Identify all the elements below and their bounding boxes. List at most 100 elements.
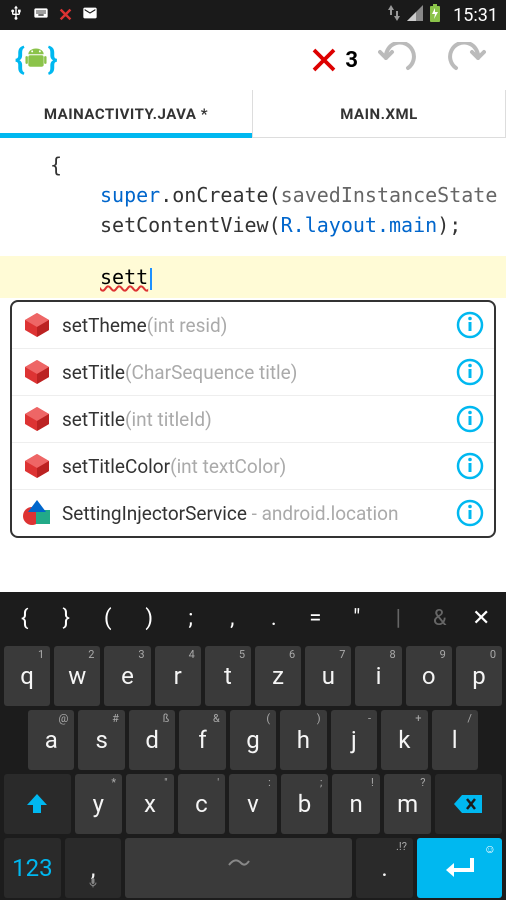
- status-bar: ✕ 15:31: [0, 0, 506, 30]
- method-icon: [22, 404, 52, 434]
- tab-mainactivity[interactable]: MAINACTIVITY.JAVA *: [0, 90, 253, 137]
- backspace-key[interactable]: [435, 774, 502, 834]
- code-line: setContentView(R.layout.main);: [0, 210, 506, 240]
- file-tabs: MAINACTIVITY.JAVA * MAIN.XML: [0, 90, 506, 138]
- tab-label: MAIN.XML: [340, 105, 417, 123]
- symbol-key[interactable]: ": [336, 606, 378, 631]
- symbol-key[interactable]: &: [419, 606, 461, 631]
- letter-key-w[interactable]: w2: [54, 646, 100, 706]
- letter-key-p[interactable]: p0: [456, 646, 502, 706]
- code-line: super.onCreate(savedInstanceState: [0, 180, 506, 210]
- method-icon: [22, 357, 52, 387]
- letter-key-m[interactable]: m?: [384, 774, 432, 834]
- tab-label: MAINACTIVITY.JAVA *: [44, 105, 208, 123]
- symbol-key[interactable]: .: [253, 606, 295, 631]
- undo-button[interactable]: [370, 42, 426, 78]
- symbol-key[interactable]: ,: [212, 606, 254, 631]
- mic-icon: [87, 867, 99, 895]
- letter-key-d[interactable]: dß: [129, 710, 175, 770]
- letter-key-v[interactable]: v:: [229, 774, 277, 834]
- letter-key-q[interactable]: q1: [4, 646, 50, 706]
- autocomplete-popup: setTheme(int resid) setTitle(CharSequence…: [10, 300, 496, 538]
- info-icon[interactable]: [456, 405, 484, 433]
- letter-key-i[interactable]: i8: [355, 646, 401, 706]
- autocomplete-item[interactable]: setTheme(int resid): [12, 302, 494, 349]
- autocomplete-item[interactable]: setTitle(CharSequence title): [12, 349, 494, 396]
- svg-text:{: {: [15, 43, 25, 78]
- letter-key-l[interactable]: l/: [432, 710, 478, 770]
- app-icon[interactable]: { }: [12, 36, 60, 84]
- code-editor[interactable]: { super.onCreate(savedInstanceState setC…: [0, 138, 506, 298]
- autocomplete-label: setTitleColor(int textColor): [62, 455, 446, 478]
- typed-text: sett: [100, 265, 148, 289]
- close-x-icon: ✕: [58, 5, 73, 26]
- letter-key-e[interactable]: e3: [104, 646, 150, 706]
- letter-key-n[interactable]: n!: [332, 774, 380, 834]
- error-count-label: 3: [345, 48, 358, 73]
- letter-key-o[interactable]: o9: [406, 646, 452, 706]
- usb-icon: [8, 5, 24, 25]
- autocomplete-label: setTitle(CharSequence title): [62, 361, 446, 384]
- svg-text:}: }: [48, 43, 58, 78]
- numeric-key[interactable]: 123: [4, 838, 61, 898]
- symbol-key[interactable]: {: [4, 606, 46, 631]
- letter-key-f[interactable]: f&: [179, 710, 225, 770]
- enter-icon: [444, 856, 474, 880]
- data-icon: [387, 5, 401, 26]
- shift-key[interactable]: [4, 774, 71, 834]
- period-key[interactable]: ..!?: [356, 838, 413, 898]
- current-line: sett: [0, 256, 506, 298]
- autocomplete-item[interactable]: SettingInjectorService - android.locatio…: [12, 490, 494, 536]
- letter-key-k[interactable]: k+: [381, 710, 427, 770]
- letter-key-b[interactable]: b;: [281, 774, 329, 834]
- letter-key-u[interactable]: u7: [305, 646, 351, 706]
- info-icon[interactable]: [456, 358, 484, 386]
- symbol-key[interactable]: ): [129, 606, 171, 631]
- autocomplete-item[interactable]: setTitleColor(int textColor): [12, 443, 494, 490]
- info-icon[interactable]: [456, 499, 484, 527]
- cursor: [150, 268, 152, 290]
- letter-key-a[interactable]: a@: [28, 710, 74, 770]
- comma-key[interactable]: ,: [65, 838, 122, 898]
- status-time: 15:31: [453, 5, 498, 26]
- soft-keyboard: {}();,.="|&✕ q1w2e3r4t5z6u7i8o9p0 a@s#dß…: [0, 592, 506, 900]
- autocomplete-label: SettingInjectorService - android.locatio…: [62, 502, 446, 525]
- battery-icon: [429, 4, 441, 27]
- enter-key[interactable]: ☺: [417, 838, 502, 898]
- shift-icon: [25, 792, 49, 816]
- letter-key-r[interactable]: r4: [155, 646, 201, 706]
- letter-key-s[interactable]: s#: [78, 710, 124, 770]
- keyboard-icon: [32, 5, 50, 25]
- tab-mainxml[interactable]: MAIN.XML: [253, 90, 506, 137]
- letter-key-j[interactable]: j-: [331, 710, 377, 770]
- symbol-key[interactable]: }: [46, 606, 88, 631]
- symbol-key[interactable]: ;: [170, 606, 212, 631]
- backspace-icon: [454, 793, 484, 815]
- symbol-key[interactable]: |: [378, 606, 420, 631]
- keyboard-close-key[interactable]: ✕: [461, 606, 503, 631]
- letter-key-g[interactable]: g(: [230, 710, 276, 770]
- letter-key-x[interactable]: x": [126, 774, 174, 834]
- letter-key-h[interactable]: h): [280, 710, 326, 770]
- info-icon[interactable]: [456, 452, 484, 480]
- method-icon: [22, 451, 52, 481]
- class-icon: [22, 498, 52, 528]
- letter-key-y[interactable]: y*: [75, 774, 123, 834]
- signal-icon: [407, 5, 423, 26]
- code-line: {: [0, 150, 506, 180]
- redo-button[interactable]: [438, 42, 494, 78]
- letter-key-z[interactable]: z6: [255, 646, 301, 706]
- info-icon[interactable]: [456, 311, 484, 339]
- autocomplete-label: setTheme(int resid): [62, 314, 446, 337]
- method-icon: [22, 310, 52, 340]
- error-count-indicator[interactable]: 3: [309, 45, 358, 75]
- letter-key-c[interactable]: c': [178, 774, 226, 834]
- symbol-key[interactable]: =: [295, 606, 337, 631]
- app-toolbar: { } 3: [0, 30, 506, 90]
- letter-key-t[interactable]: t5: [205, 646, 251, 706]
- space-key[interactable]: [125, 838, 352, 898]
- symbol-key[interactable]: (: [87, 606, 129, 631]
- autocomplete-label: setTitle(int titleId): [62, 408, 446, 431]
- autocomplete-item[interactable]: setTitle(int titleId): [12, 396, 494, 443]
- error-x-icon: [309, 45, 339, 75]
